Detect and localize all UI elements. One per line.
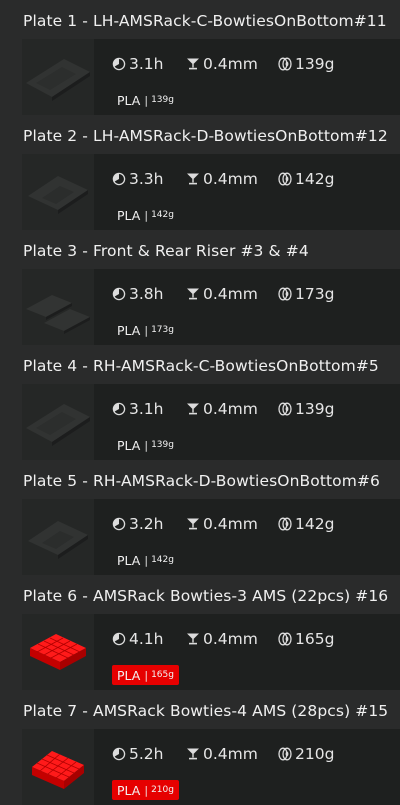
filament-badge: PLA | 142g — [117, 552, 174, 568]
clock-icon — [112, 402, 126, 416]
filament-spool-icon — [278, 632, 292, 646]
plate-title: Plate 5 - RH-AMSRack-D-BowtiesOnBottom#6 — [23, 472, 381, 490]
plate-title: Plate 7 - AMSRack Bowties-4 AMS (28pcs) … — [23, 702, 389, 720]
plate-list: Plate 1 - LH-AMSRack-C-BowtiesOnBottom#1… — [0, 0, 400, 805]
plate-item[interactable]: Plate 3 - Front & Rear Riser #3 & #4 3.8… — [0, 230, 400, 345]
filament-spool-icon — [278, 517, 292, 531]
plate-title: Plate 6 - AMSRack Bowties-3 AMS (22pcs) … — [23, 587, 389, 605]
plate-thumbnail — [22, 729, 94, 805]
layer-height-icon — [187, 748, 199, 760]
plate-thumbnail — [22, 614, 94, 690]
clock-icon — [112, 747, 126, 761]
filament-badge: PLA | 142g — [117, 207, 174, 223]
layer-height-icon — [187, 403, 199, 415]
filament-badge: PLA | 139g — [117, 92, 174, 108]
clock-icon — [112, 632, 126, 646]
plate-item[interactable]: Plate 5 - RH-AMSRack-D-BowtiesOnBottom#6… — [0, 460, 400, 575]
separator: | — [144, 783, 149, 797]
plate-title: Plate 4 - RH-AMSRack-C-BowtiesOnBottom#5 — [23, 357, 379, 375]
clock-icon — [112, 57, 126, 71]
separator: | — [144, 323, 149, 337]
plate-card[interactable]: 3.1h 0.4mm 139g PLA | 139g — [22, 384, 400, 460]
clock-icon — [112, 172, 126, 186]
filament-spool-icon — [278, 57, 292, 71]
filament-badge: PLA | 210g — [112, 780, 179, 800]
plate-title: Plate 1 - LH-AMSRack-C-BowtiesOnBottom#1… — [23, 12, 387, 30]
plate-item[interactable]: Plate 4 - RH-AMSRack-C-BowtiesOnBottom#5… — [0, 345, 400, 460]
layer-height-icon — [187, 633, 199, 645]
clock-icon — [112, 287, 126, 301]
plate-card[interactable]: 3.3h 0.4mm 142g PLA | 142g — [22, 154, 400, 230]
plate-item[interactable]: Plate 7 - AMSRack Bowties-4 AMS (28pcs) … — [0, 690, 400, 805]
plate-item[interactable]: Plate 1 - LH-AMSRack-C-BowtiesOnBottom#1… — [0, 0, 400, 115]
separator: | — [144, 93, 149, 107]
separator: | — [144, 208, 149, 222]
plate-thumbnail — [22, 154, 94, 230]
plate-card[interactable]: 5.2h 0.4mm 210g PLA | 210g — [22, 729, 400, 805]
filament-badge: PLA | 139g — [117, 437, 174, 453]
plate-thumbnail — [22, 499, 94, 575]
layer-height-icon — [187, 173, 199, 185]
plate-card[interactable]: 3.8h 0.4mm 173g PLA | 173g — [22, 269, 400, 345]
plate-item[interactable]: Plate 2 - LH-AMSRack-D-BowtiesOnBottom#1… — [0, 115, 400, 230]
separator: | — [144, 553, 149, 567]
plate-thumbnail — [22, 269, 94, 345]
separator: | — [144, 668, 149, 682]
filament-spool-icon — [278, 747, 292, 761]
plate-card[interactable]: 3.1h 0.4mm 139g PLA | 139g — [22, 39, 400, 115]
filament-spool-icon — [278, 172, 292, 186]
separator: | — [144, 438, 149, 452]
layer-height-icon — [187, 58, 199, 70]
filament-badge: PLA | 165g — [112, 665, 179, 685]
plate-title: Plate 2 - LH-AMSRack-D-BowtiesOnBottom#1… — [23, 127, 388, 145]
layer-height-icon — [187, 288, 199, 300]
clock-icon — [112, 517, 126, 531]
filament-badge: PLA | 173g — [117, 322, 174, 338]
plate-card[interactable]: 4.1h 0.4mm 165g PLA | 165g — [22, 614, 400, 690]
layer-height-icon — [187, 518, 199, 530]
plate-card[interactable]: 3.2h 0.4mm 142g PLA | 142g — [22, 499, 400, 575]
plate-title: Plate 3 - Front & Rear Riser #3 & #4 — [23, 242, 309, 260]
plate-item[interactable]: Plate 6 - AMSRack Bowties-3 AMS (22pcs) … — [0, 575, 400, 690]
plate-thumbnail — [22, 39, 94, 115]
plate-thumbnail — [22, 384, 94, 460]
filament-spool-icon — [278, 402, 292, 416]
filament-spool-icon — [278, 287, 292, 301]
